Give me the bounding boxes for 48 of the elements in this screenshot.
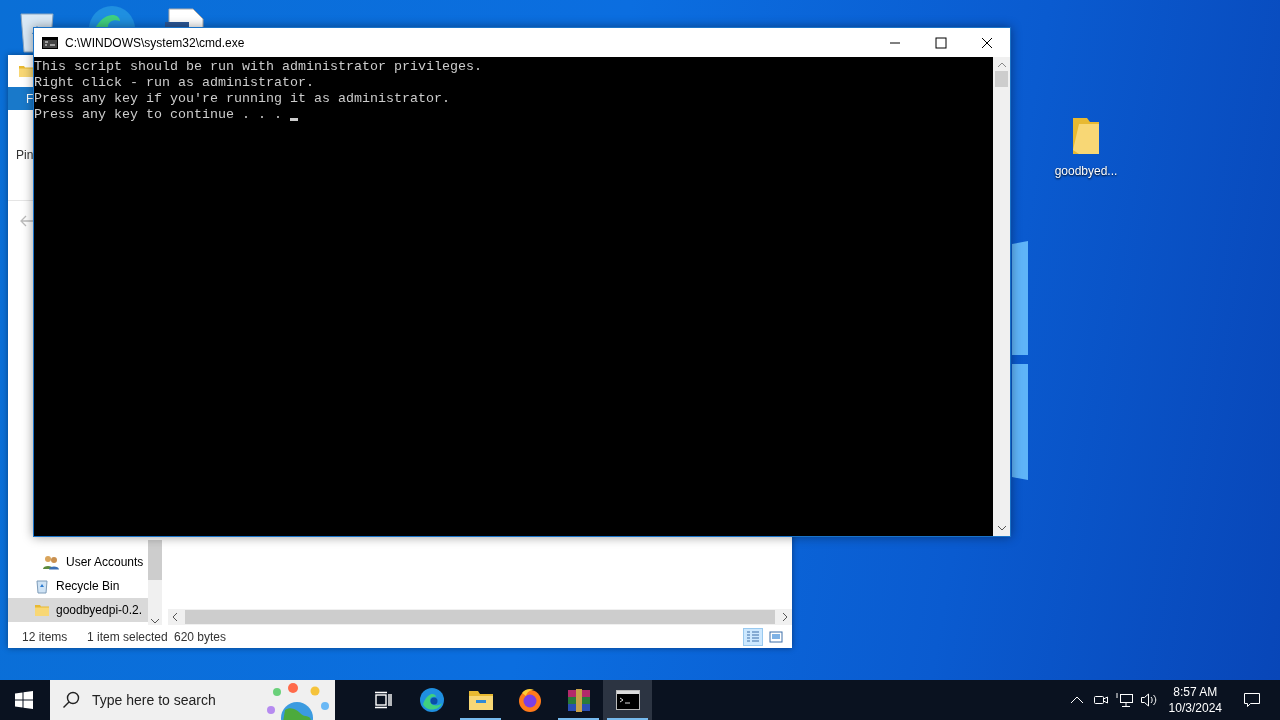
console-line: Press any key to continue . . . — [34, 107, 283, 123]
selection-info: 1 item selected — [87, 629, 169, 644]
caret-down-icon[interactable] — [996, 524, 1007, 532]
text-cursor — [289, 118, 298, 121]
folder-icon — [34, 602, 50, 618]
item-count: 12 items — [22, 629, 69, 644]
browser-icon — [418, 687, 445, 713]
nav-item[interactable]: goodbyedpi-0.2. — [8, 598, 148, 622]
recycle-bin-icon — [34, 578, 50, 594]
users-icon — [42, 554, 60, 570]
browser-icon — [516, 687, 543, 713]
task-view-icon — [373, 691, 392, 709]
clock[interactable]: 8:57 AM 10/3/2024 — [1168, 684, 1222, 716]
search-input[interactable]: Type here to search — [90, 691, 244, 709]
scrollbar-thumb[interactable] — [185, 610, 775, 624]
taskbar-app-button[interactable] — [603, 680, 652, 720]
scrollbar-thumb[interactable] — [995, 71, 1008, 87]
folder-icon — [1071, 116, 1101, 156]
nav-item[interactable]: User Accounts — [8, 550, 148, 574]
window-title: C:\WINDOWS\system32\cmd.exe — [65, 35, 245, 50]
console-line: Right click - run as administrator. — [34, 75, 314, 91]
desktop-folder[interactable]: goodbyed... — [1046, 116, 1126, 178]
folder-icon — [467, 689, 494, 711]
caret-down-icon[interactable] — [150, 617, 160, 625]
terminal-icon — [615, 690, 640, 710]
scrollbar-thumb[interactable] — [148, 540, 162, 580]
windows-logo-icon — [15, 691, 33, 709]
back-arrow-icon[interactable] — [20, 214, 34, 227]
maximize-icon — [935, 36, 947, 49]
terminal-icon — [42, 36, 58, 49]
caret-up-icon[interactable] — [996, 61, 1007, 69]
clock-date: 10/3/2024 — [1168, 700, 1222, 716]
vertical-scrollbar[interactable] — [148, 540, 162, 625]
folder-icon — [18, 63, 34, 79]
search-bar[interactable]: Type here to search — [50, 680, 335, 720]
ribbon-label[interactable]: Pin — [16, 148, 34, 162]
search-icon — [62, 691, 80, 709]
file-size: 620 bytes — [174, 629, 228, 644]
console-line: This script should be run with administrator privileges. — [34, 59, 482, 75]
ribbon-tab[interactable]: F — [26, 91, 34, 106]
nav-item[interactable]: Recycle Bin — [8, 574, 148, 598]
close-icon — [981, 36, 993, 49]
horizontal-scrollbar[interactable] — [168, 609, 792, 625]
clock-time: 8:57 AM — [1173, 684, 1218, 700]
console-line: Press any key if you're running it as administrator. — [34, 91, 450, 107]
minimize-icon — [889, 41, 901, 44]
archive-icon — [565, 687, 592, 713]
vertical-scrollbar[interactable] — [993, 57, 1010, 536]
